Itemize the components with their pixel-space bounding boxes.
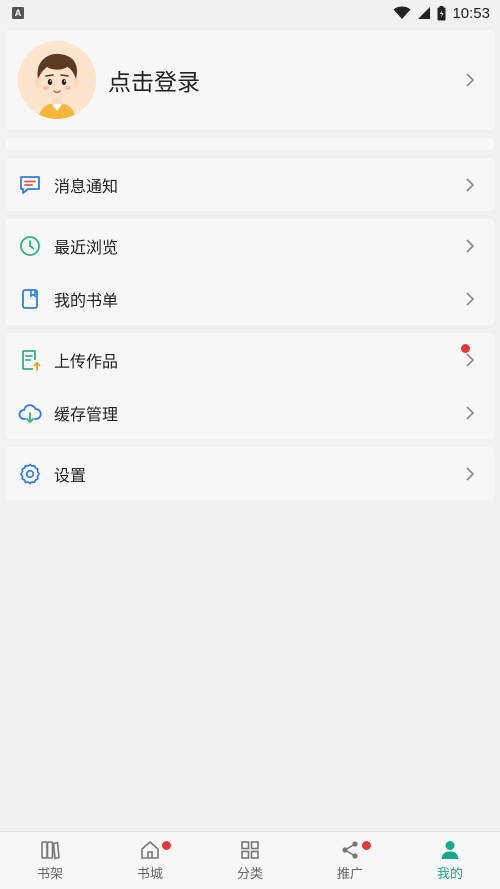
tab-bookstore[interactable]: 书城 xyxy=(100,832,200,889)
battery-icon xyxy=(437,5,446,20)
status-bar: A 10:53 xyxy=(0,0,500,26)
menu-item-label: 最近浏览 xyxy=(54,237,119,257)
menu-item-label: 上传作品 xyxy=(54,351,119,371)
chevron-right-icon xyxy=(466,352,475,367)
badge-dot xyxy=(362,841,371,850)
menu-group-settings: 设置 xyxy=(6,447,494,500)
bottom-tab-bar: 书架 书城 分类 推广 我的 xyxy=(0,831,500,889)
tab-label: 分类 xyxy=(236,867,263,882)
menu-item-cache-manage[interactable]: 缓存管理 xyxy=(6,386,494,439)
tab-promotion[interactable]: 推广 xyxy=(300,832,400,889)
menu-group-reading: 最近浏览 我的书单 xyxy=(6,219,494,325)
login-label[interactable]: 点击登录 xyxy=(108,63,462,97)
menu-item-my-booklist[interactable]: 我的书单 xyxy=(6,272,494,325)
chevron-right-icon xyxy=(466,466,475,481)
menu-item-upload-works[interactable]: 上传作品 xyxy=(6,333,494,386)
menu-item-settings[interactable]: 设置 xyxy=(6,447,494,500)
gear-icon xyxy=(20,463,40,484)
menu-item-label: 我的书单 xyxy=(54,290,119,310)
chevron-right-icon xyxy=(466,73,475,87)
bookshelf-icon xyxy=(41,841,60,860)
share-icon xyxy=(342,841,358,859)
tab-label: 推广 xyxy=(336,867,363,882)
menu-group-works: 上传作品 缓存管理 xyxy=(6,333,494,439)
tab-category[interactable]: 分类 xyxy=(200,832,300,889)
menu-group-messages: 消息通知 xyxy=(6,158,494,211)
tab-bookshelf[interactable]: 书架 xyxy=(0,832,100,889)
bookmark-icon xyxy=(22,288,38,309)
boy-avatar-icon[interactable] xyxy=(18,41,96,119)
badge-dot xyxy=(461,344,470,353)
cloud-download-icon xyxy=(18,403,42,423)
login-profile-card[interactable]: 点击登录 xyxy=(6,30,494,130)
home-icon xyxy=(141,841,159,859)
tab-label: 我的 xyxy=(436,867,463,882)
tab-mine[interactable]: 我的 xyxy=(400,832,500,889)
tab-label: 书城 xyxy=(136,867,163,882)
wifi-icon xyxy=(393,6,411,19)
message-icon xyxy=(20,175,40,194)
divider-strip xyxy=(6,138,494,150)
status-time: 10:53 xyxy=(452,4,490,22)
menu-item-recent-browse[interactable]: 最近浏览 xyxy=(6,219,494,272)
menu-item-message-notify[interactable]: 消息通知 xyxy=(6,158,494,211)
person-icon xyxy=(441,841,459,859)
grid-icon xyxy=(241,841,259,859)
tab-label: 书架 xyxy=(36,867,63,882)
menu-item-label: 设置 xyxy=(54,465,87,485)
chevron-right-icon xyxy=(466,291,475,306)
clock-icon xyxy=(20,235,40,256)
signal-icon xyxy=(418,7,431,19)
upload-doc-icon xyxy=(22,349,41,371)
menu-item-label: 缓存管理 xyxy=(54,404,119,424)
notification-a-icon: A xyxy=(12,7,24,19)
chevron-right-icon xyxy=(466,238,475,253)
chevron-right-icon xyxy=(466,177,475,192)
menu-item-label: 消息通知 xyxy=(54,176,119,196)
badge-dot xyxy=(162,841,171,850)
chevron-right-icon xyxy=(466,405,475,420)
